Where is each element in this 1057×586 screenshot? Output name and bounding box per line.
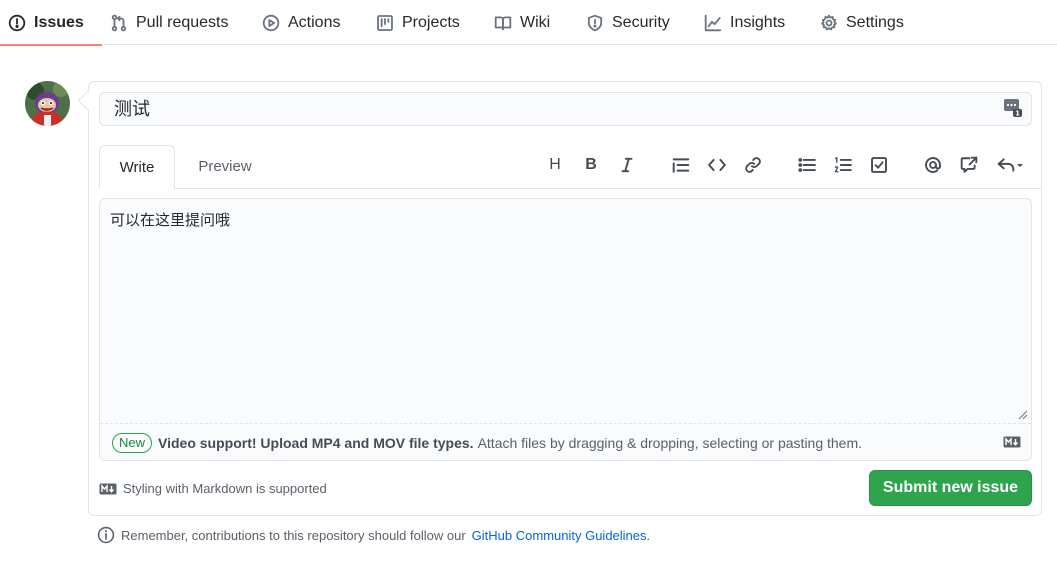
tab-projects[interactable]: Projects bbox=[376, 0, 460, 45]
tab-preview[interactable]: Preview bbox=[185, 145, 265, 189]
heading-icon: H bbox=[549, 156, 561, 173]
avatar-image bbox=[25, 81, 70, 126]
tab-label: Projects bbox=[402, 13, 460, 31]
book-icon bbox=[494, 15, 512, 30]
tab-issues[interactable]: Issues bbox=[0, 0, 102, 46]
guidelines-prefix: Remember, contributions to this reposito… bbox=[121, 527, 466, 543]
task-list-button[interactable] bbox=[868, 154, 890, 176]
tab-settings[interactable]: Settings bbox=[820, 0, 904, 45]
mention-icon bbox=[925, 157, 941, 173]
quote-icon bbox=[672, 158, 690, 173]
bold-button[interactable]: B bbox=[580, 154, 602, 176]
markdown-icon bbox=[99, 483, 117, 494]
tab-label: Pull requests bbox=[136, 13, 229, 31]
play-icon bbox=[262, 14, 280, 31]
tab-label: Insights bbox=[730, 13, 786, 31]
quote-button[interactable] bbox=[670, 154, 692, 176]
cross-reference-button[interactable] bbox=[958, 154, 980, 176]
saved-replies-icon[interactable]: 1 bbox=[1003, 98, 1023, 118]
info-icon bbox=[97, 526, 115, 544]
issue-body-field[interactable]: 可以在这里提问哦 New Video support! Upload MP4 a… bbox=[99, 198, 1032, 461]
new-issue-form: 测试 1 Write Preview H B 可以在这里提问哦 New Vide… bbox=[88, 81, 1042, 516]
submit-new-issue-button[interactable]: Submit new issue bbox=[869, 470, 1032, 506]
bold-icon: B bbox=[585, 156, 597, 173]
italic-icon bbox=[621, 157, 633, 173]
ordered-list-button[interactable] bbox=[832, 154, 854, 176]
tab-pull-requests[interactable]: Pull requests bbox=[110, 0, 229, 45]
file-attachment-bar[interactable]: New Video support! Upload MP4 and MOV fi… bbox=[100, 423, 1031, 461]
unordered-list-button[interactable] bbox=[796, 154, 818, 176]
tab-label: Settings bbox=[846, 13, 904, 31]
code-icon bbox=[708, 158, 726, 172]
task-list-icon bbox=[871, 157, 887, 173]
graph-icon bbox=[704, 14, 722, 31]
ordered-list-icon bbox=[834, 157, 852, 173]
attach-files-text: Attach files by dragging & dropping, sel… bbox=[477, 434, 863, 451]
shield-icon bbox=[587, 14, 603, 31]
tab-label: Wiki bbox=[520, 13, 551, 31]
contribution-guidelines-note: Remember, contributions to this reposito… bbox=[97, 526, 650, 544]
link-button[interactable] bbox=[742, 154, 764, 176]
avatar[interactable] bbox=[25, 81, 70, 126]
issue-title-input[interactable]: 测试 bbox=[99, 92, 1032, 126]
video-support-text: Video support! Upload MP4 and MOV file t… bbox=[158, 434, 474, 451]
project-icon bbox=[377, 14, 393, 31]
markdown-icon[interactable] bbox=[1003, 436, 1021, 448]
unordered-list-icon bbox=[798, 158, 816, 172]
tab-wiki[interactable]: Wiki bbox=[494, 0, 550, 45]
gear-icon bbox=[821, 14, 837, 30]
heading-button[interactable]: H bbox=[544, 154, 566, 176]
tab-insights[interactable]: Insights bbox=[704, 0, 785, 45]
reply-icon bbox=[997, 158, 1015, 172]
tab-label: Actions bbox=[288, 13, 341, 31]
new-badge: New bbox=[112, 432, 153, 453]
git-pull-request-icon bbox=[111, 14, 127, 31]
resize-grip-icon[interactable] bbox=[1018, 410, 1028, 420]
tab-security[interactable]: Security bbox=[586, 0, 670, 45]
italic-button[interactable] bbox=[616, 154, 638, 176]
chevron-down-icon bbox=[1017, 164, 1023, 167]
community-guidelines-link[interactable]: GitHub Community Guidelines bbox=[472, 528, 647, 543]
issue-title-value: 测试 bbox=[114, 99, 150, 119]
tab-label: Issues bbox=[34, 13, 84, 31]
markdown-support-note[interactable]: Styling with Markdown is supported bbox=[99, 481, 327, 496]
tab-write[interactable]: Write bbox=[99, 145, 175, 189]
markdown-note-text: Styling with Markdown is supported bbox=[123, 481, 327, 496]
tab-actions[interactable]: Actions bbox=[262, 0, 340, 45]
guidelines-suffix: . bbox=[646, 527, 651, 543]
link-icon bbox=[745, 157, 761, 173]
saved-reply-button[interactable] bbox=[994, 154, 1028, 176]
cross-reference-icon bbox=[960, 156, 978, 173]
svg-text:1: 1 bbox=[1015, 110, 1020, 118]
mention-button[interactable] bbox=[922, 154, 944, 176]
issue-opened-icon bbox=[8, 14, 26, 31]
tab-label: Security bbox=[612, 13, 670, 31]
tab-divider bbox=[175, 188, 1042, 189]
issue-body-textarea[interactable]: 可以在这里提问哦 bbox=[100, 199, 1031, 423]
code-button[interactable] bbox=[706, 154, 728, 176]
repo-nav: Issues Pull requests Actions Projects Wi… bbox=[0, 0, 1057, 46]
